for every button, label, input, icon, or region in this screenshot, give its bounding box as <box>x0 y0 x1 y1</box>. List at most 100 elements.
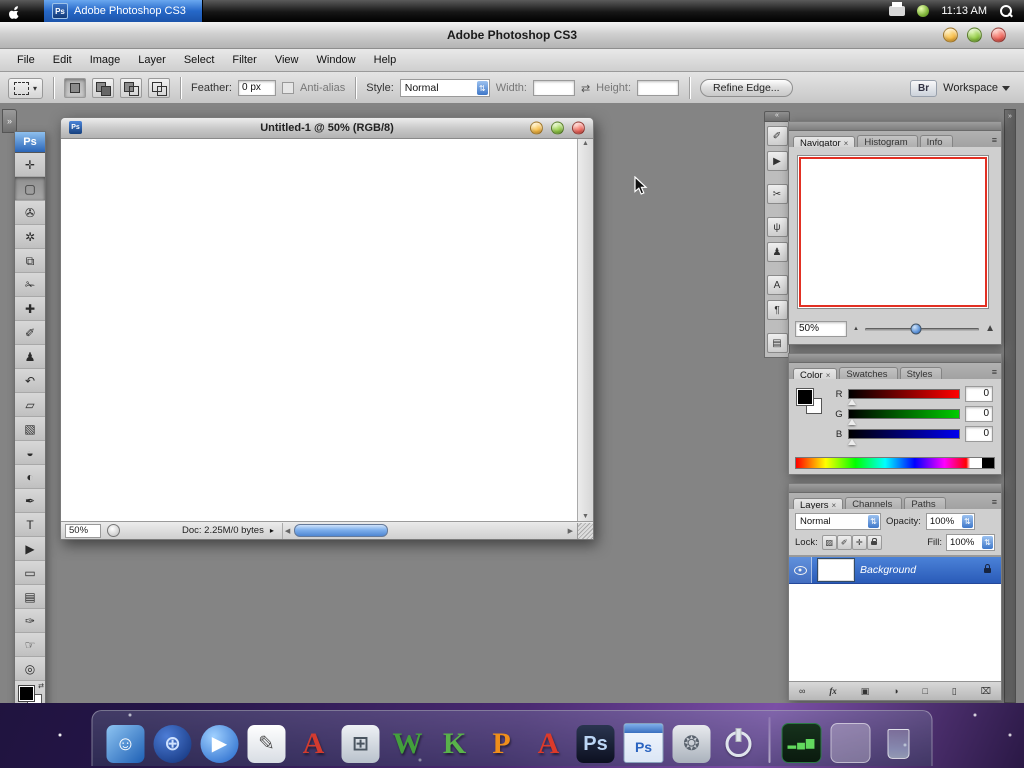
dodge-tool[interactable]: ◐ <box>15 465 45 489</box>
panel-group-header[interactable] <box>789 484 1001 493</box>
menu-layer[interactable]: Layer <box>129 54 175 66</box>
intersect-selection-button[interactable] <box>148 78 171 98</box>
doc-close-button[interactable] <box>572 121 585 135</box>
paragraph-palette-icon[interactable]: ¶ <box>766 300 788 320</box>
navigator-proxy-rect[interactable] <box>799 157 987 307</box>
calculator-dock-icon[interactable]: ⊞ <box>341 725 380 763</box>
eraser-tool[interactable]: ▱ <box>15 393 45 417</box>
spotlight-search-icon[interactable] <box>999 4 1012 18</box>
textedit-dock-icon[interactable]: ✎ <box>247 725 286 763</box>
new-group-icon[interactable]: □ <box>922 686 927 696</box>
software-update-icon[interactable] <box>917 5 930 17</box>
blur-tool[interactable]: ◒ <box>15 441 45 465</box>
panel-menu-icon[interactable]: ≡ <box>992 135 997 145</box>
opacity-input[interactable]: 100% ⇅ <box>925 513 975 530</box>
fontbook-dock-icon[interactable]: A <box>295 725 333 763</box>
zoom-field[interactable]: 50% <box>65 523 101 538</box>
notes-tool[interactable]: ▤ <box>15 585 45 609</box>
brushes-palette-icon[interactable]: ✐ <box>766 126 788 146</box>
new-selection-button[interactable] <box>64 78 87 98</box>
crop-tool[interactable]: ⧉ <box>15 249 45 273</box>
quicktime-dock-icon[interactable]: ▶ <box>200 725 239 763</box>
browser-dock-icon[interactable]: ⊕ <box>153 725 192 763</box>
scroll-up-icon[interactable]: ▲ <box>578 140 593 147</box>
brush-tool[interactable]: ✐ <box>15 321 45 345</box>
navigator-zoom-field[interactable]: 50% <box>795 321 847 337</box>
pen-tool[interactable]: ✒ <box>15 489 45 513</box>
panel-menu-icon[interactable]: ≡ <box>992 367 997 377</box>
adjustment-layer-icon[interactable]: ◑ <box>893 686 898 696</box>
magic-wand-tool[interactable]: ✲ <box>15 225 45 249</box>
style-select[interactable]: Normal ⇅ <box>399 79 490 97</box>
clone-stamp-tool[interactable]: ♟ <box>15 345 45 369</box>
character-palette-icon[interactable]: A <box>766 275 788 295</box>
type-tool[interactable]: T <box>15 513 45 537</box>
scroll-left-icon[interactable]: ◀ <box>283 527 292 535</box>
photoshop-document-dock-icon[interactable]: Ps <box>623 723 664 763</box>
zoom-tool[interactable]: ◎ <box>15 657 45 681</box>
widget-dock-icon[interactable]: ▂▄▆ <box>781 723 822 763</box>
photoshop-dock-icon[interactable]: Ps <box>576 725 615 763</box>
navigator-preview[interactable] <box>797 155 989 309</box>
hand-tool[interactable]: ☞ <box>15 633 45 657</box>
add-to-selection-button[interactable] <box>92 78 115 98</box>
trash-dock-icon[interactable] <box>880 725 918 763</box>
add-layer-mask-icon[interactable]: ▣ <box>861 686 870 697</box>
layer-style-icon[interactable]: fx <box>829 686 837 696</box>
menu-view[interactable]: View <box>266 54 308 66</box>
delete-layer-icon[interactable]: ⌧ <box>981 686 991 697</box>
layer-row[interactable]: Background <box>789 557 1001 584</box>
menu-bar-clock[interactable]: 11:13 AM <box>941 5 987 17</box>
slider-thumb[interactable] <box>848 399 856 405</box>
tool-preset-picker[interactable]: ▾ <box>8 77 44 99</box>
window-title-bar[interactable]: Adobe Photoshop CS3 <box>0 22 1024 49</box>
new-layer-icon[interactable]: ▯ <box>952 686 957 697</box>
horizontal-scrollbar[interactable]: ◀ ▶ <box>281 522 577 539</box>
doc-zoom-button[interactable] <box>551 121 564 135</box>
resize-grip[interactable] <box>577 522 593 539</box>
active-app-tab[interactable]: Ps Adobe Photoshop CS3 <box>44 0 203 22</box>
minimize-button[interactable] <box>943 27 958 43</box>
workspace-menu[interactable]: Workspace <box>943 82 1016 94</box>
link-layers-icon[interactable]: ∞ <box>799 686 805 696</box>
menu-image[interactable]: Image <box>81 54 130 66</box>
go-to-bridge-button[interactable]: Br <box>910 79 938 97</box>
slider-thumb[interactable] <box>848 439 856 445</box>
panel-menu-icon[interactable]: ≡ <box>992 497 997 507</box>
vertical-scrollbar[interactable]: ▲ ▼ <box>578 139 593 521</box>
history-brush-tool[interactable]: ↶ <box>15 369 45 393</box>
office-calc-dock-icon[interactable]: K <box>436 725 474 763</box>
lock-image-icon[interactable]: ✐ <box>836 535 852 550</box>
menu-filter[interactable]: Filter <box>223 54 265 66</box>
abiword-dock-icon[interactable]: A <box>530 725 568 763</box>
blend-mode-select[interactable]: Normal ⇅ <box>795 513 881 530</box>
expand-dock-icon[interactable]: « <box>764 111 790 122</box>
swatches-palette-icon[interactable]: ψ <box>766 217 788 237</box>
move-tool[interactable]: ✛ <box>15 153 45 177</box>
menu-help[interactable]: Help <box>365 54 406 66</box>
menu-edit[interactable]: Edit <box>44 54 81 66</box>
path-selection-tool[interactable]: ▶ <box>15 537 45 561</box>
lock-position-icon[interactable]: ✛ <box>851 535 867 550</box>
stack-dock-icon[interactable] <box>830 723 871 763</box>
canvas[interactable] <box>61 139 578 521</box>
document-title-bar[interactable]: Ps Untitled-1 @ 50% (RGB/8) <box>61 118 593 139</box>
zoom-out-icon[interactable]: ▲ <box>853 326 859 332</box>
zoom-in-icon[interactable]: ▲ <box>985 324 995 334</box>
navigator-zoom-slider[interactable] <box>864 323 980 335</box>
lock-transparency-icon[interactable]: ▨ <box>821 535 837 550</box>
channel-value-input[interactable]: 0 <box>965 406 993 422</box>
layer-visibility-toggle[interactable] <box>789 557 812 583</box>
foreground-color-swatch[interactable] <box>796 388 814 406</box>
rectangular-marquee-tool[interactable]: ▢ <box>15 177 45 201</box>
menu-window[interactable]: Window <box>308 54 365 66</box>
office-impress-dock-icon[interactable]: P <box>483 725 521 763</box>
feather-input[interactable]: 0 px <box>237 80 276 96</box>
scroll-down-icon[interactable]: ▼ <box>578 513 593 520</box>
fill-input[interactable]: 100% ⇅ <box>946 534 995 551</box>
eyedropper-tool[interactable]: ✑ <box>15 609 45 633</box>
panel-group-header[interactable] <box>789 354 1001 363</box>
close-button[interactable] <box>991 27 1006 43</box>
channel-value-input[interactable]: 0 <box>965 426 993 442</box>
anti-alias-checkbox[interactable] <box>281 82 294 94</box>
